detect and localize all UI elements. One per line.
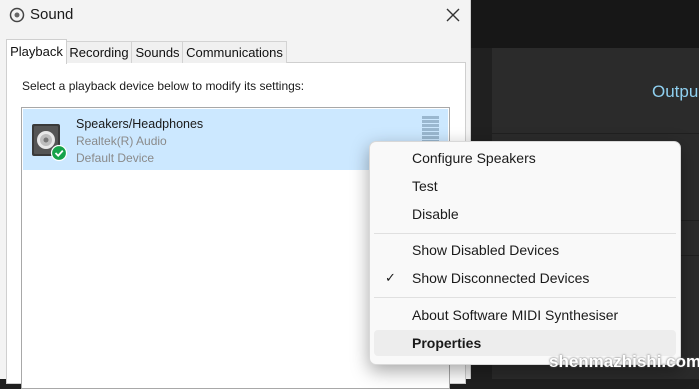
tab-recording[interactable]: Recording <box>65 41 133 63</box>
device-status: Default Device <box>76 151 155 165</box>
menu-separator <box>374 233 676 234</box>
watermark-text: shenmazhishi.com <box>549 352 699 371</box>
default-check-badge <box>50 144 68 162</box>
menu-item-test[interactable]: Test <box>374 173 676 199</box>
speaker-device-icon <box>32 124 68 162</box>
device-driver: Realtek(R) Audio <box>76 134 167 148</box>
menu-item-about-midi-synthesiser[interactable]: About Software MIDI Synthesiser <box>374 302 676 328</box>
menu-item-configure-speakers[interactable]: Configure Speakers <box>374 145 676 171</box>
menu-separator <box>374 297 676 298</box>
checkmark-icon: ✓ <box>385 270 396 285</box>
menu-item-disable[interactable]: Disable <box>374 201 676 227</box>
volume-level-meter <box>422 116 439 143</box>
menu-item-show-disabled-devices[interactable]: Show Disabled Devices <box>374 237 676 263</box>
close-button[interactable] <box>436 0 470 30</box>
title-bar[interactable]: Sound <box>0 0 470 32</box>
tab-sounds[interactable]: Sounds <box>131 41 184 63</box>
background-title-area <box>470 0 699 48</box>
instruction-text: Select a playback device below to modify… <box>22 79 305 93</box>
background-divider <box>492 133 699 134</box>
dialog-title: Sound <box>30 6 74 23</box>
tab-playback[interactable]: Playback <box>6 39 67 64</box>
sound-icon <box>9 7 25 23</box>
background-output-heading: Outpu <box>652 82 699 101</box>
menu-item-show-disconnected-devices[interactable]: ✓ Show Disconnected Devices <box>374 265 676 291</box>
context-menu: Configure Speakers Test Disable Show Dis… <box>369 141 681 365</box>
tab-communications[interactable]: Communications <box>182 41 287 63</box>
device-name: Speakers/Headphones <box>76 117 204 131</box>
close-icon <box>446 8 460 22</box>
